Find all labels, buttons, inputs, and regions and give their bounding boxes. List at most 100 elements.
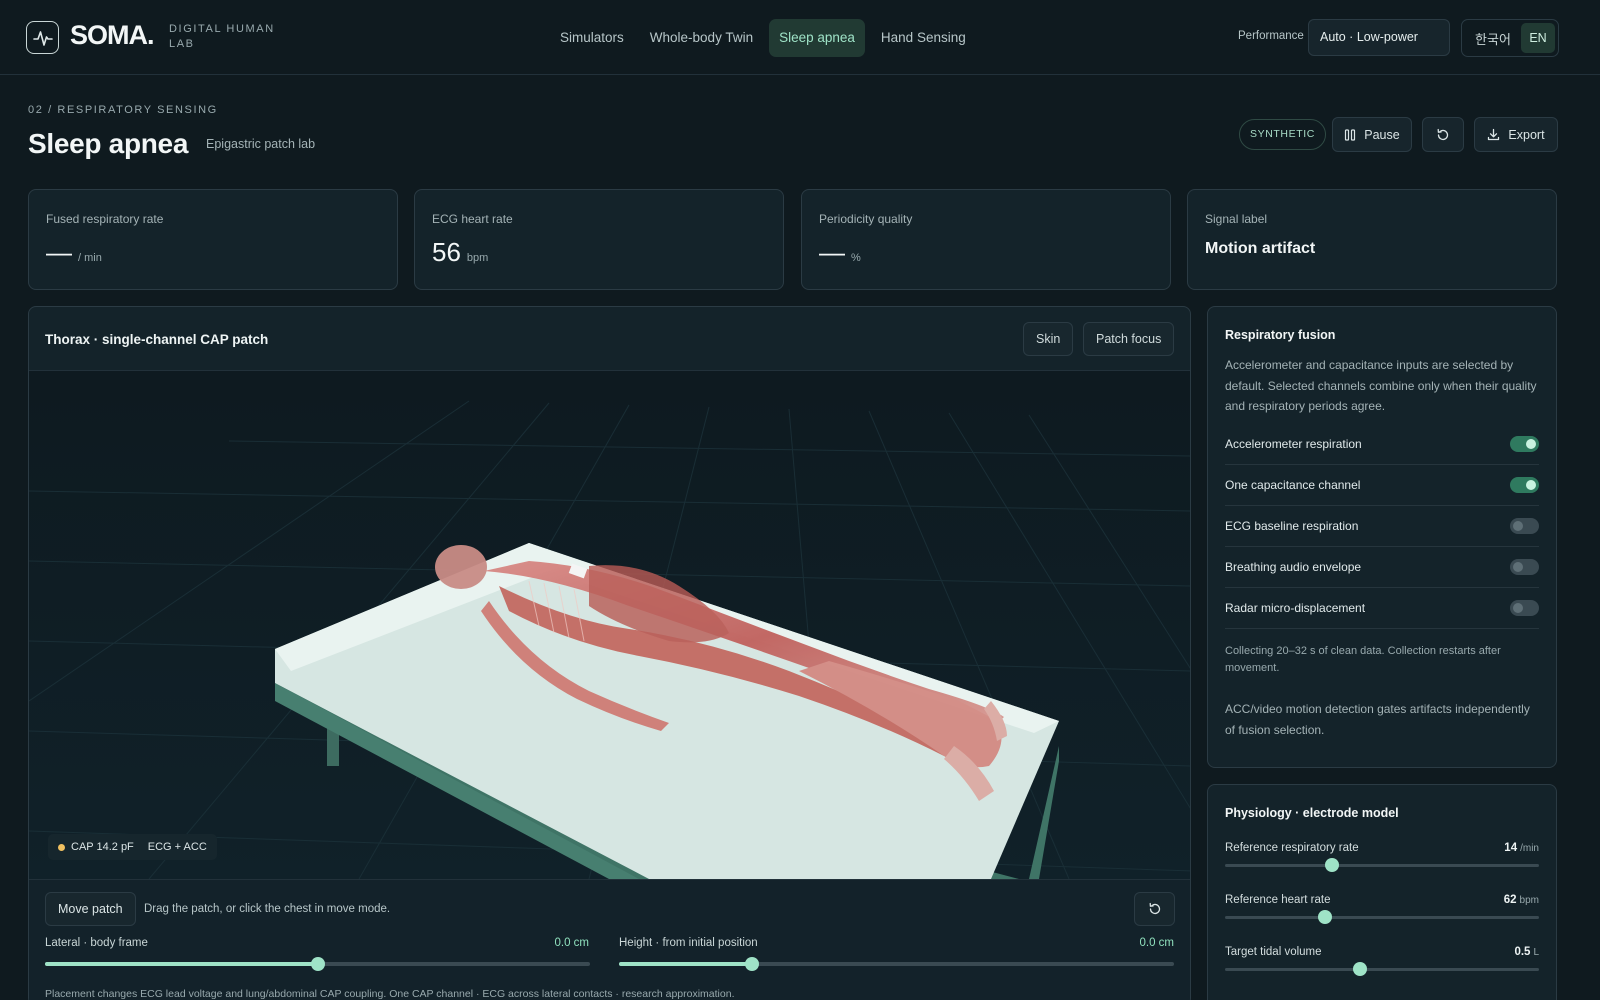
phys-number: 14 (1504, 842, 1518, 854)
phys-value: 62 bpm (1504, 894, 1539, 906)
ref-respiratory-rate-control: Reference respiratory rate 14/min (1225, 842, 1539, 882)
height-slider-fill (619, 962, 753, 966)
phys-unit: L (1533, 947, 1539, 958)
height-slider-handle[interactable] (745, 957, 760, 971)
breadcrumb: 02 / RESPIRATORY SENSING (28, 104, 218, 116)
patch-focus-button[interactable]: Patch focus (1083, 322, 1175, 356)
phys-label: Reference respiratory rate (1225, 842, 1359, 854)
pulse-logo-icon[interactable] (26, 21, 59, 54)
toggle-label: Breathing audio envelope (1225, 560, 1362, 574)
performance-label: Performance (1238, 30, 1304, 42)
stat-unit: % (851, 252, 861, 264)
phys-unit: bpm (1519, 895, 1539, 906)
skin-toggle-button[interactable]: Skin (1023, 322, 1074, 356)
phys-number: 0.5 (1514, 946, 1531, 958)
capacitance-toggle[interactable] (1510, 477, 1539, 493)
stat-number: — (819, 237, 845, 267)
toggle-label: Radar micro-displacement (1225, 601, 1366, 615)
export-button[interactable]: Export (1474, 117, 1558, 152)
ref-respiratory-rate-slider[interactable] (1225, 858, 1539, 872)
ref-heart-rate-control: Reference heart rate 62 bpm (1225, 894, 1539, 934)
phys-number: 62 (1503, 894, 1517, 906)
stat-label: Periodicity quality (819, 212, 913, 226)
performance-select[interactable]: Auto · Low-power (1308, 19, 1450, 56)
toggle-row-audio[interactable]: Breathing audio envelope (1225, 547, 1539, 588)
stat-card-respiratory-rate: Fused respiratory rate — / min (28, 189, 398, 290)
collection-note: Collecting 20–32 s of clean data. Collec… (1225, 645, 1501, 674)
accelerometer-toggle[interactable] (1510, 436, 1539, 452)
stat-number: 56 (432, 237, 461, 267)
lateral-slider-label: Lateral · body frame (45, 937, 148, 949)
lateral-slider-fill (45, 962, 318, 966)
audio-envelope-toggle[interactable] (1510, 559, 1539, 575)
toggle-row-ecg-baseline[interactable]: ECG baseline respiration (1225, 506, 1539, 547)
top-bar: SOMA. DIGITAL HUMAN LAB Simulators Whole… (0, 0, 1600, 75)
lang-english-button[interactable]: EN (1521, 23, 1555, 53)
move-hint: Drag the patch, or click the chest in mo… (144, 903, 391, 915)
logo-subtitle: DIGITAL HUMAN LAB (169, 23, 275, 50)
logo-text[interactable]: SOMA. (70, 20, 155, 51)
stat-value: 56 bpm (432, 237, 488, 268)
slider-handle[interactable] (1318, 910, 1333, 924)
language-switch: 한국어 EN (1461, 19, 1559, 57)
viewer-title: Thorax · single-channel CAP patch (45, 332, 269, 347)
stat-card-signal-label: Signal label Motion artifact (1187, 189, 1557, 290)
physiology-title: Physiology · electrode model (1225, 806, 1399, 820)
nav-hand-sensing[interactable]: Hand Sensing (871, 19, 976, 57)
toggle-row-accelerometer[interactable]: Accelerometer respiration (1225, 424, 1539, 465)
respiratory-fusion-panel: Respiratory fusion Accelerometer and cap… (1207, 306, 1557, 768)
sensor-status-tag: CAP 14.2 pF ECG + ACC (48, 834, 217, 860)
lang-korean-button[interactable]: 한국어 (1465, 29, 1521, 48)
toggle-row-radar[interactable]: Radar micro-displacement (1225, 588, 1539, 629)
pause-label: Pause (1364, 127, 1400, 142)
stat-number: — (46, 237, 72, 267)
patch-controls: Move patch Drag the patch, or click the … (29, 879, 1190, 1000)
reset-patch-button[interactable] (1134, 892, 1175, 926)
stat-card-periodicity: Periodicity quality —% (801, 189, 1171, 290)
physiology-panel: Physiology · electrode model Reference r… (1207, 784, 1557, 1000)
ecg-baseline-toggle[interactable] (1510, 518, 1539, 534)
mode-readout: ECG + ACC (147, 841, 207, 853)
3d-scene-canvas[interactable]: CAP 14.2 pF ECG + ACC (29, 371, 1190, 880)
status-dot-icon (58, 843, 65, 851)
nav-simulators[interactable]: Simulators (550, 19, 634, 57)
tidal-volume-control: Target tidal volume 0.5 L (1225, 946, 1539, 986)
height-slider[interactable] (619, 957, 1174, 971)
nav-sleep-apnea[interactable]: Sleep apnea (769, 19, 865, 57)
phys-unit: /min (1520, 843, 1539, 854)
radar-toggle[interactable] (1510, 600, 1539, 616)
pause-button[interactable]: Pause (1332, 117, 1412, 152)
phys-label: Target tidal volume (1225, 946, 1322, 958)
lateral-slider[interactable] (45, 957, 590, 971)
nav-whole-body-twin[interactable]: Whole-body Twin (640, 19, 763, 57)
stat-value: — / min (46, 237, 102, 268)
signal-label-value: Motion artifact (1205, 240, 1316, 257)
synthetic-badge: SYNTHETIC (1239, 119, 1326, 150)
reset-view-button[interactable] (1422, 117, 1464, 152)
placement-footnote: Placement changes ECG lead voltage and l… (45, 988, 735, 1000)
slider-handle[interactable] (1353, 962, 1368, 976)
lateral-slider-handle[interactable] (310, 957, 325, 971)
toggle-row-capacitance[interactable]: One capacitance channel (1225, 465, 1539, 506)
stat-unit: bpm (466, 252, 489, 264)
toggle-label: Accelerometer respiration (1225, 437, 1362, 451)
fusion-description: Accelerometer and capacitance inputs are… (1225, 358, 1537, 413)
phys-value: 0.5 L (1514, 946, 1539, 958)
page-title: Sleep apnea (28, 128, 189, 159)
stat-value: —% (819, 237, 861, 268)
body-model-illustration (29, 371, 1190, 880)
height-slider-value: 0.0 cm (1139, 937, 1174, 949)
ref-heart-rate-slider[interactable] (1225, 910, 1539, 924)
motion-gating-note: ACC/video motion detection gates artifac… (1225, 702, 1530, 737)
tidal-volume-slider[interactable] (1225, 962, 1539, 976)
phys-value: 14/min (1504, 842, 1539, 854)
stat-unit: / min (78, 252, 102, 264)
slider-handle[interactable] (1324, 858, 1339, 872)
toggle-label: One capacitance channel (1225, 478, 1361, 492)
move-patch-button[interactable]: Move patch (45, 892, 136, 926)
stat-card-heart-rate: ECG heart rate 56 bpm (414, 189, 784, 290)
main-nav: Simulators Whole-body Twin Sleep apnea H… (550, 19, 976, 57)
refresh-icon (1437, 128, 1449, 140)
page-subtitle: Epigastric patch lab (206, 137, 316, 151)
cap-readout: CAP 14.2 pF (71, 841, 134, 853)
